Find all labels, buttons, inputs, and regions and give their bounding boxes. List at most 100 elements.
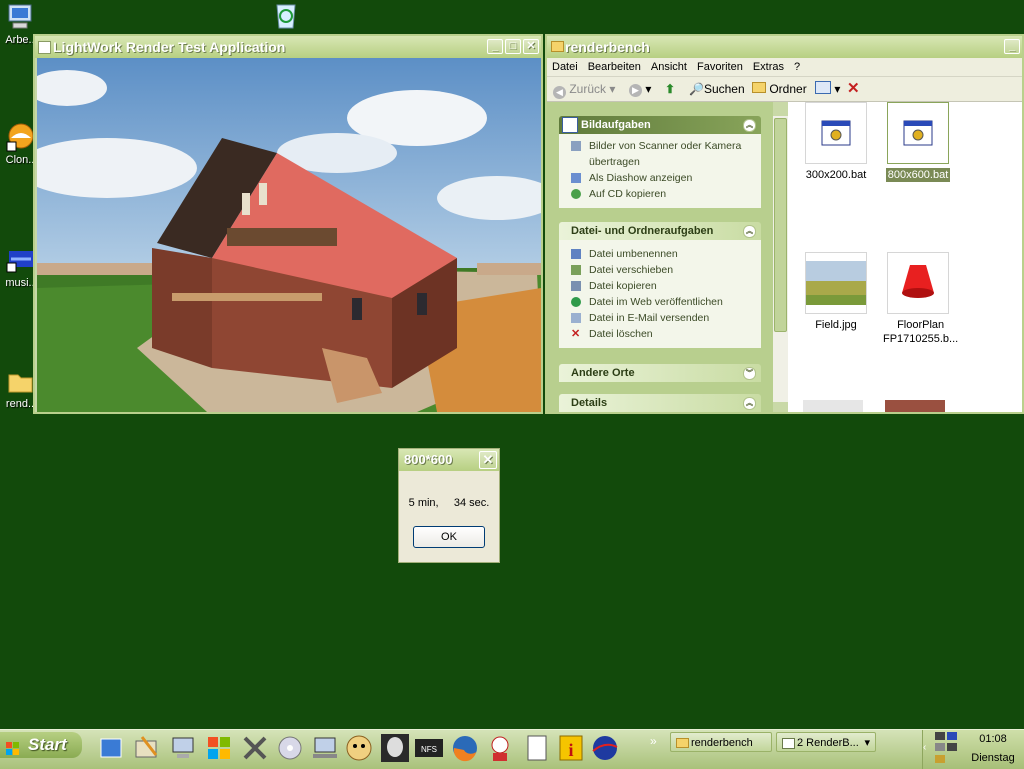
- menu-bearbeiten[interactable]: Bearbeiten: [583, 58, 646, 76]
- file-item[interactable]: Field.jpg: [799, 252, 873, 332]
- house-render-image: [37, 58, 541, 412]
- chevron-down-icon: ▾: [864, 737, 870, 749]
- dialog-message: 5 min, 34 sec.: [408, 497, 490, 509]
- desktop-icon-recycle-bin[interactable]: [266, 0, 306, 32]
- task-email[interactable]: Datei in E-Mail versenden: [571, 310, 761, 326]
- task-rename[interactable]: Datei umbenennen: [571, 246, 761, 262]
- menu-datei[interactable]: Datei: [547, 58, 583, 76]
- tray-expand-icon[interactable]: ‹: [923, 742, 933, 754]
- panel-details: Details ︽: [559, 394, 761, 412]
- task-pane: Bildaufgaben ︽ Bilder von Scanner oder K…: [547, 102, 773, 412]
- file-item-selected[interactable]: 800x600.bat: [881, 102, 955, 182]
- quicklaunch-editor-icon[interactable]: [96, 733, 126, 763]
- dialog-titlebar[interactable]: 800*600 ✕: [399, 449, 499, 471]
- quicklaunch-info-icon[interactable]: i: [556, 733, 586, 763]
- panel-header[interactable]: Bildaufgaben ︽: [559, 116, 761, 134]
- system-tray: ‹ 01:08 Dienstag: [922, 730, 1024, 769]
- quicklaunch-document-icon[interactable]: [522, 733, 552, 763]
- start-button[interactable]: Start: [0, 732, 82, 758]
- tray-network-icon[interactable]: [935, 732, 945, 740]
- collapse-icon[interactable]: ︽: [743, 119, 756, 132]
- quicklaunch-helper-icon[interactable]: [485, 733, 515, 763]
- task-cd-copy[interactable]: Auf CD kopieren: [571, 186, 761, 202]
- file-item[interactable]: 300x200.bat: [799, 102, 873, 182]
- search-button[interactable]: 🔎Suchen: [689, 80, 745, 98]
- batch-file-icon: [805, 102, 867, 164]
- file-name: FloorPlan FP1710255.b...: [883, 319, 959, 345]
- ok-button[interactable]: OK: [413, 526, 485, 548]
- quicklaunch-alien-icon[interactable]: [380, 733, 410, 763]
- move-icon: [571, 265, 581, 275]
- vertical-scrollbar[interactable]: [773, 102, 788, 412]
- recycle-bin-icon: [271, 0, 301, 30]
- scroll-up-button[interactable]: [773, 102, 788, 116]
- minimize-button[interactable]: _: [1004, 39, 1020, 54]
- task-scanner[interactable]: Bilder von Scanner oder Kamera übertrage…: [571, 138, 761, 170]
- task-move[interactable]: Datei verschieben: [571, 262, 761, 278]
- back-button[interactable]: ◀ Zurück ▾: [553, 80, 615, 99]
- quicklaunch-computer-icon[interactable]: [168, 733, 198, 763]
- menu-ansicht[interactable]: Ansicht: [646, 58, 692, 76]
- up-folder-button[interactable]: ⬆: [665, 80, 675, 98]
- close-button[interactable]: ✕: [479, 451, 497, 469]
- quicklaunch-overflow-icon[interactable]: »: [650, 734, 657, 748]
- quicklaunch-tools-icon[interactable]: [240, 733, 270, 763]
- dialog-title: 800*600: [404, 452, 453, 467]
- tray-monitor-icon[interactable]: [947, 732, 957, 740]
- task-renderbench-group[interactable]: 2 RenderB... ▾: [776, 732, 876, 752]
- explorer-window[interactable]: renderbench _ Datei Bearbeiten Ansicht Favo…: [545, 34, 1024, 414]
- tray-volume-icon[interactable]: [935, 743, 945, 751]
- quicklaunch-sheep-icon[interactable]: [344, 733, 374, 763]
- quicklaunch-paint-icon[interactable]: [132, 733, 162, 763]
- quicklaunch-nasa-icon[interactable]: [590, 733, 620, 763]
- panel-header[interactable]: Andere Orte ︾: [559, 364, 761, 382]
- clock-time[interactable]: 01:08: [963, 733, 1023, 745]
- menu-extras[interactable]: Extras: [748, 58, 789, 76]
- panel-dateiaufgaben: Datei- und Ordneraufgaben ︽ Datei umbene…: [559, 222, 761, 348]
- task-copy[interactable]: Datei kopieren: [571, 278, 761, 294]
- quicklaunch-cd-icon[interactable]: [275, 733, 305, 763]
- menu-favoriten[interactable]: Favoriten: [692, 58, 748, 76]
- quicklaunch-network-icon[interactable]: [310, 733, 340, 763]
- forward-button[interactable]: ▶ ▾: [629, 80, 651, 98]
- folders-button[interactable]: Ordner: [752, 80, 807, 98]
- expand-icon[interactable]: ︾: [743, 367, 756, 380]
- quicklaunch-firefox-icon[interactable]: [450, 733, 480, 763]
- clock-day[interactable]: Dienstag: [963, 752, 1023, 764]
- folder-icon: [5, 366, 35, 396]
- minimize-button[interactable]: _: [487, 39, 503, 54]
- view-button[interactable]: ▾: [815, 80, 840, 98]
- menu-bar: Datei Bearbeiten Ansicht Favoriten Extras?: [547, 58, 1022, 77]
- menu-help[interactable]: ?: [789, 58, 805, 76]
- view-icon: [815, 81, 831, 94]
- explorer-titlebar[interactable]: renderbench _: [547, 36, 1022, 58]
- task-publish-web[interactable]: Datei im Web veröffentlichen: [571, 294, 761, 310]
- search-icon: 🔎: [689, 82, 704, 96]
- close-button[interactable]: ✕: [523, 39, 539, 54]
- maximize-button[interactable]: □: [505, 39, 521, 54]
- render-window[interactable]: LightWork Render Test Application _ □ ✕: [33, 34, 543, 414]
- collapse-icon[interactable]: ︽: [743, 225, 756, 238]
- tray-security-icon[interactable]: [947, 743, 957, 751]
- message-dialog[interactable]: 800*600 ✕ 5 min, 34 sec. OK: [398, 448, 500, 563]
- scroll-down-button[interactable]: [773, 402, 788, 412]
- task-renderbench[interactable]: renderbench: [670, 732, 772, 752]
- windows-logo-icon: [6, 738, 20, 755]
- panel-andere-orte: Andere Orte ︾: [559, 364, 761, 382]
- quicklaunch-nfs-icon[interactable]: NFS: [414, 733, 444, 763]
- delete-button[interactable]: ✕: [847, 80, 860, 98]
- collapse-icon[interactable]: ︽: [743, 397, 756, 410]
- task-slideshow[interactable]: Als Diashow anzeigen: [571, 170, 761, 186]
- panel-header[interactable]: Datei- und Ordneraufgaben ︽: [559, 222, 761, 240]
- file-item[interactable]: FloorPlan FP1710255.b...: [881, 252, 958, 346]
- folder-icon: [752, 82, 766, 93]
- panel-header[interactable]: Details ︽: [559, 394, 761, 412]
- globe-icon: [571, 297, 581, 307]
- close-icon: ✕: [847, 80, 860, 97]
- scanner-icon: [571, 141, 581, 151]
- render-window-titlebar[interactable]: LightWork Render Test Application _ □ ✕: [35, 36, 541, 58]
- task-delete[interactable]: ✕ Datei löschen: [571, 326, 761, 342]
- scroll-thumb[interactable]: [774, 118, 787, 332]
- tray-app-icon[interactable]: [935, 755, 945, 763]
- quicklaunch-windows-icon[interactable]: [204, 733, 234, 763]
